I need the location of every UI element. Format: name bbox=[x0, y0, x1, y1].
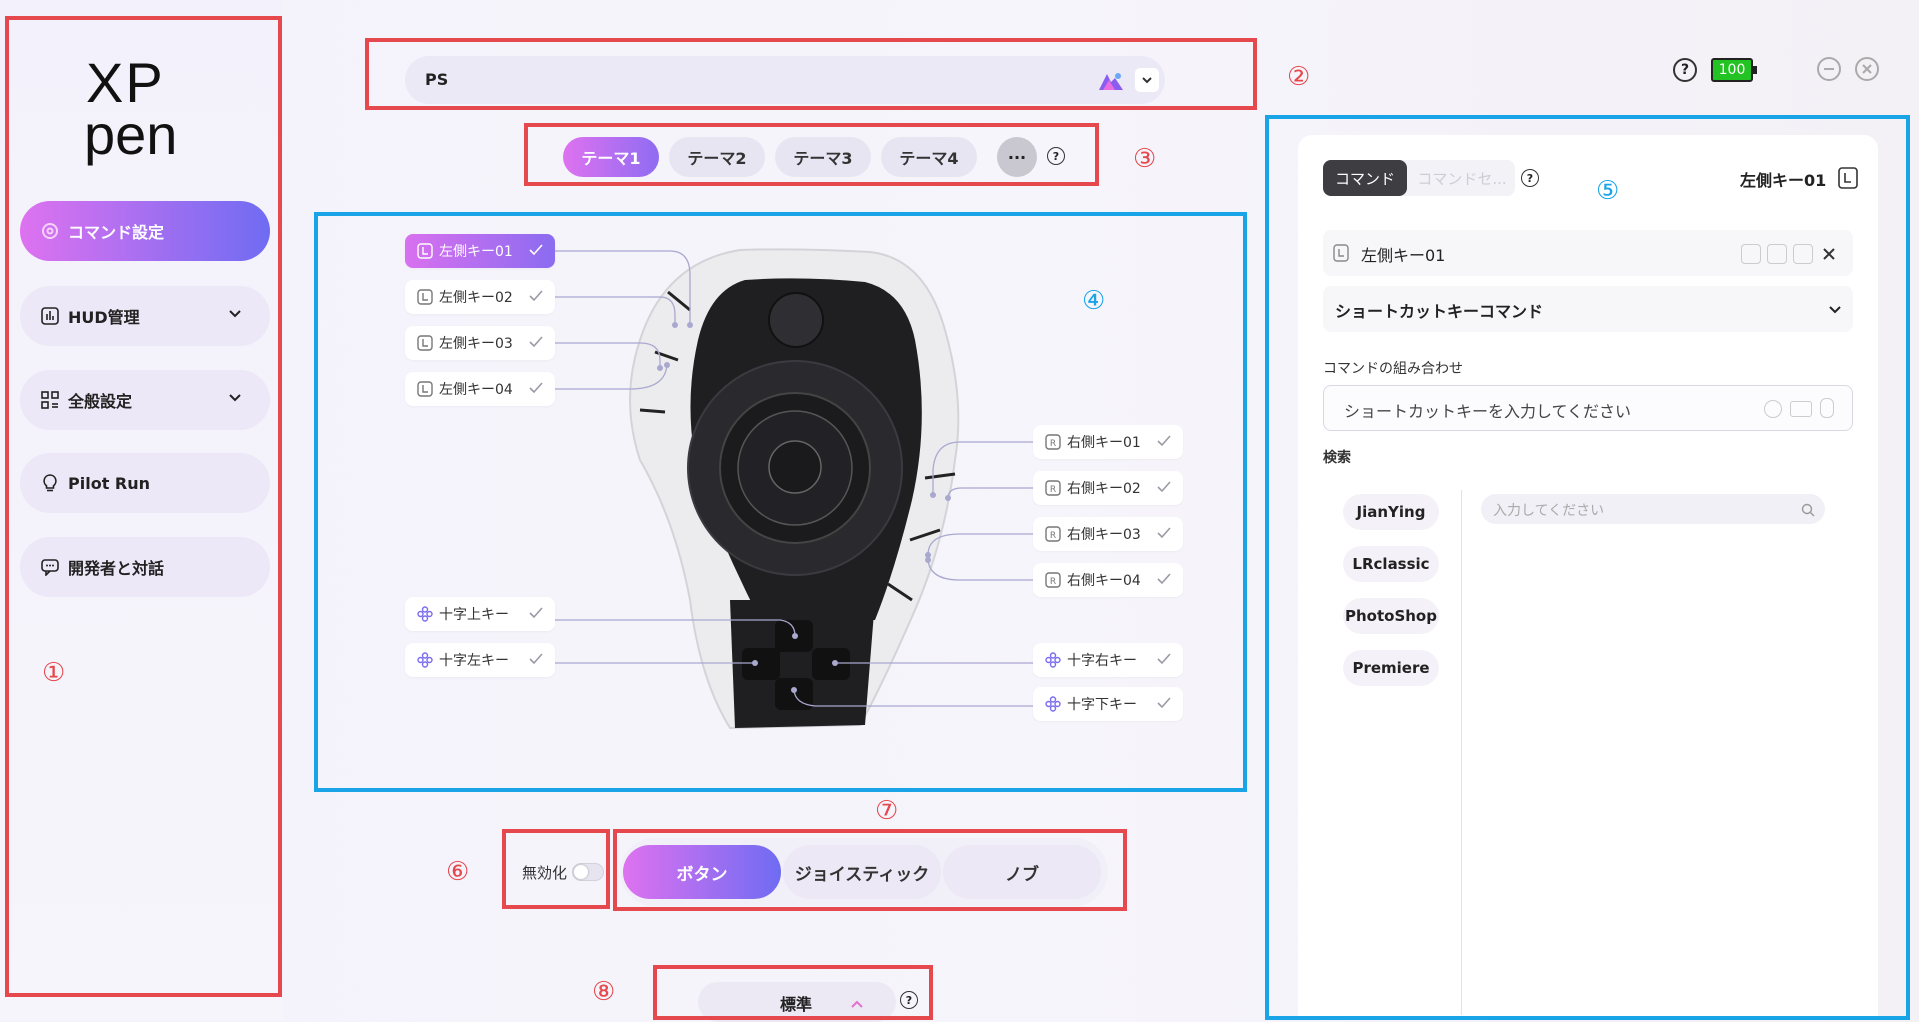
annotation-box-8 bbox=[653, 965, 933, 1020]
annotation-7: ⑦ bbox=[875, 796, 899, 826]
annotation-box-1 bbox=[5, 16, 282, 997]
annotation-2: ② bbox=[1287, 62, 1311, 92]
annotation-4: ④ bbox=[1082, 286, 1106, 316]
annotation-8: ⑧ bbox=[592, 977, 616, 1007]
annotation-3: ③ bbox=[1133, 144, 1157, 174]
annotation-box-5 bbox=[1265, 115, 1910, 1020]
annotation-box-6 bbox=[502, 829, 610, 909]
annotation-5: ⑤ bbox=[1596, 176, 1620, 206]
annotation-box-3 bbox=[524, 123, 1099, 186]
annotation-1: ① bbox=[42, 658, 66, 688]
annotation-6: ⑥ bbox=[446, 857, 470, 887]
annotation-box-2 bbox=[365, 38, 1257, 110]
annotation-box-4 bbox=[314, 212, 1247, 792]
annotation-box-7 bbox=[613, 829, 1127, 911]
